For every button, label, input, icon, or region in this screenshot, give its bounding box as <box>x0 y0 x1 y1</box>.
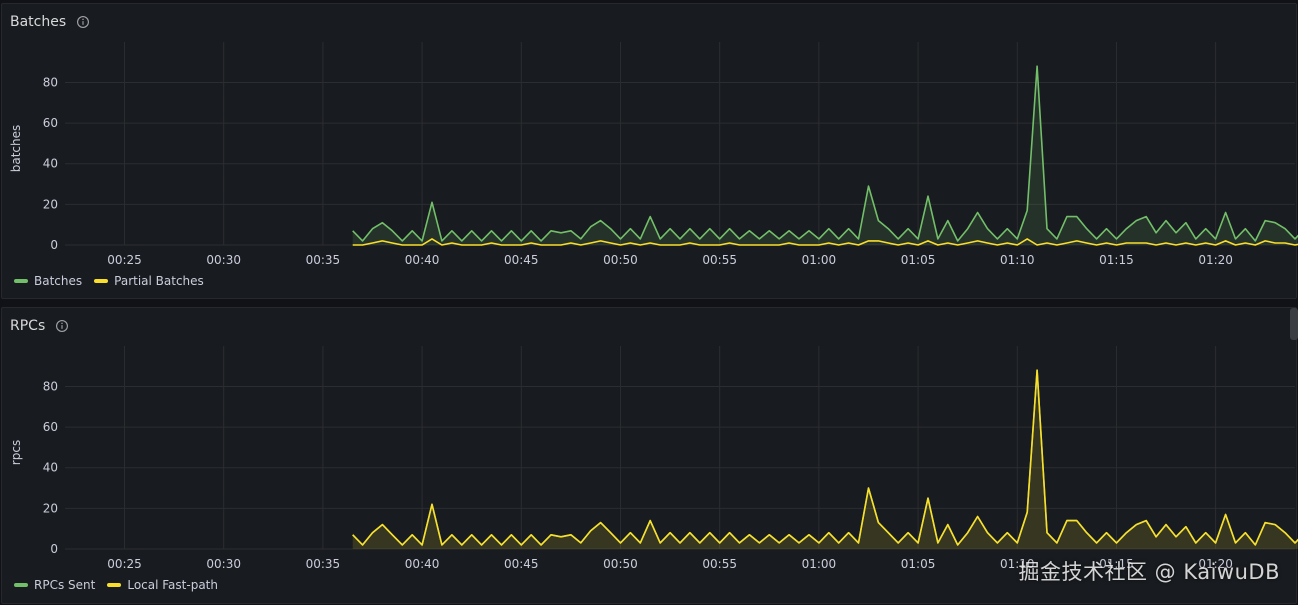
batches-chart: 0 20 40 60 80 00:25 00:30 00:35 00:40 00:45 00:50 0… <box>9 42 1298 267</box>
y-tick-label: 20 <box>43 501 58 515</box>
scrollbar-thumb[interactable] <box>1290 308 1298 340</box>
x-tick-label: 00:45 <box>504 557 539 571</box>
x-tick-label: 00:25 <box>107 557 142 571</box>
y-tick-label: 60 <box>43 116 58 130</box>
series-line-rpcs-sent <box>352 369 1298 546</box>
y-tick-label: 40 <box>43 461 58 475</box>
series-line-batches <box>352 65 1298 242</box>
x-tick-label: 01:05 <box>901 557 936 571</box>
x-tick-label: 00:50 <box>603 557 638 571</box>
x-tick-label: 00:40 <box>405 557 440 571</box>
series-area-batches <box>352 66 1298 245</box>
x-tick-label: 01:00 <box>802 253 837 267</box>
x-tick-label: 01:05 <box>901 253 936 267</box>
legend-swatch <box>14 279 28 283</box>
y-tick-label: 80 <box>43 75 58 89</box>
watermark: 掘金技术社区 @ KaiwuDB <box>1018 560 1280 584</box>
x-tick-label: 01:00 <box>802 557 837 571</box>
series-line-local-fast-path <box>352 369 1298 546</box>
x-tick-label: 01:20 <box>1198 253 1233 267</box>
y-axis-label: rpcs <box>9 440 23 465</box>
x-tick-label: 01:10 <box>1000 253 1035 267</box>
legend-label: Local Fast-path <box>127 578 218 592</box>
y-tick-label: 60 <box>43 420 58 434</box>
x-tick-label: 00:50 <box>603 253 638 267</box>
legend-label: Partial Batches <box>114 274 204 288</box>
x-tick-label: 00:55 <box>702 557 737 571</box>
legend-item-partial-batches[interactable]: Partial Batches <box>94 274 204 288</box>
x-tick-label: 00:35 <box>306 253 341 267</box>
y-tick-label: 80 <box>43 379 58 393</box>
x-tick-label: 00:40 <box>405 253 440 267</box>
y-tick-label: 0 <box>50 542 58 556</box>
legend-label: RPCs Sent <box>34 578 96 592</box>
x-tick-label: 00:55 <box>702 253 737 267</box>
legend-label: Batches <box>34 274 83 288</box>
legend-item-batches[interactable]: Batches <box>14 274 82 288</box>
y-tick-label: 40 <box>43 157 58 171</box>
legend-swatch <box>94 279 109 283</box>
legend-item-local-fast-path[interactable]: Local Fast-path <box>107 578 218 592</box>
series-area-local-fast-path <box>352 370 1298 549</box>
legend-item-rpcs-sent[interactable]: RPCs Sent <box>14 578 95 592</box>
y-axis-label: batches <box>9 125 23 173</box>
y-tick-label: 20 <box>43 197 58 211</box>
x-tick-label: 01:15 <box>1099 253 1134 267</box>
legend-swatch <box>107 583 122 587</box>
x-tick-label: 00:35 <box>306 557 341 571</box>
legend: RPCs Sent Local Fast-path <box>14 578 218 592</box>
y-tick-label: 0 <box>50 238 58 252</box>
x-tick-label: 00:30 <box>206 253 241 267</box>
x-tick-label: 00:25 <box>107 253 142 267</box>
legend: Batches Partial Batches <box>14 274 204 288</box>
x-tick-label: 00:30 <box>206 557 241 571</box>
panel-batches: Batches 0 20 40 60 80 00:25 00:30 00:35 00:40 00:… <box>1 3 1298 299</box>
legend-swatch <box>14 583 28 587</box>
x-tick-label: 00:45 <box>504 253 539 267</box>
